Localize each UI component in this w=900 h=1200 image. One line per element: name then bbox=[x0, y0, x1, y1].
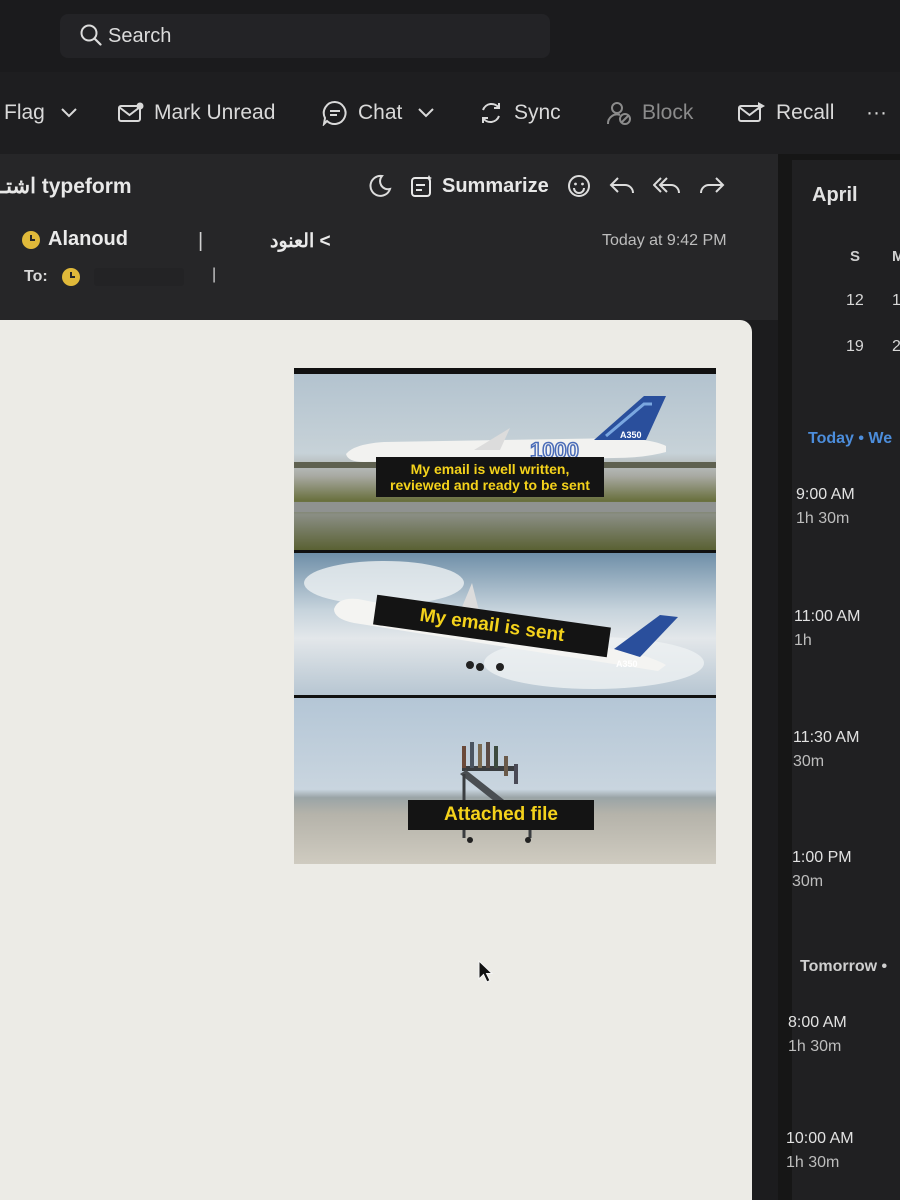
agenda-event[interactable]: 8:00 AM 1h 30m bbox=[788, 1014, 896, 1056]
calendar-date[interactable]: 2 bbox=[892, 338, 900, 356]
day-of-week-monday: M bbox=[892, 248, 900, 265]
event-time: 11:30 AM bbox=[793, 729, 860, 746]
summarize-icon bbox=[411, 175, 432, 197]
event-time: 11:00 AM bbox=[794, 608, 861, 625]
recipients: To: bbox=[24, 268, 184, 286]
event-duration: 1h 30m bbox=[786, 1154, 840, 1171]
search-input[interactable]: Search bbox=[60, 14, 550, 58]
recipient-separator: | bbox=[212, 266, 217, 283]
calendar-date[interactable]: 1 bbox=[892, 292, 900, 310]
top-bar: Search bbox=[0, 0, 900, 72]
mark-unread-button[interactable]: Mark Unread bbox=[118, 96, 275, 130]
recall-label: Recall bbox=[776, 101, 835, 124]
summarize-button[interactable]: Summarize bbox=[410, 174, 549, 198]
calendar-sidebar: April S M 12 1 19 2 Today • We 9:00 AM 1… bbox=[786, 160, 900, 1200]
event-duration: 30m bbox=[792, 873, 824, 890]
more-icon: ··· bbox=[866, 101, 887, 124]
recall-button[interactable]: Recall bbox=[738, 96, 834, 130]
mark-unread-label: Mark Unread bbox=[154, 101, 276, 124]
chat-icon bbox=[322, 100, 347, 126]
meme-caption-ready: My email is well written, reviewed and r… bbox=[376, 457, 604, 498]
search-placeholder: Search bbox=[108, 25, 172, 47]
plane-model-text: A350 bbox=[620, 430, 642, 440]
reply-icon[interactable] bbox=[609, 175, 635, 197]
sync-button[interactable]: Sync bbox=[478, 96, 561, 130]
emoji-icon[interactable] bbox=[567, 174, 591, 198]
flag-button[interactable]: Flag bbox=[4, 96, 77, 130]
mouse-cursor-icon bbox=[478, 960, 494, 983]
calendar-month[interactable]: April bbox=[812, 184, 858, 207]
meme-caption-attachment: Attached file bbox=[408, 800, 594, 830]
agenda-event[interactable]: 9:00 AM 1h 30m bbox=[796, 486, 900, 528]
message-actions: Summarize bbox=[368, 174, 725, 198]
block-label: Block bbox=[642, 101, 694, 124]
sender-separator: | bbox=[198, 230, 204, 252]
redacted-recipient bbox=[93, 268, 184, 286]
clock-icon bbox=[22, 230, 40, 249]
meme-panel-takeoff: A350 My email is sent bbox=[294, 553, 716, 695]
sync-label: Sync bbox=[514, 101, 561, 124]
event-duration: 30m bbox=[793, 753, 825, 770]
event-time: 9:00 AM bbox=[796, 486, 855, 503]
recall-icon bbox=[738, 102, 765, 122]
clock-icon bbox=[61, 268, 80, 286]
event-duration: 1h 30m bbox=[788, 1038, 842, 1055]
agenda-today-heading[interactable]: Today • We bbox=[808, 430, 892, 448]
agenda-event[interactable]: 11:30 AM 30m bbox=[793, 729, 900, 771]
summarize-label: Summarize bbox=[442, 174, 549, 197]
block-user-icon bbox=[607, 102, 631, 125]
flag-label: Flag bbox=[4, 101, 45, 124]
more-options-button[interactable]: ··· bbox=[866, 96, 887, 130]
plane-model-text: A350 bbox=[616, 659, 638, 669]
sender[interactable]: Alanoud bbox=[22, 228, 128, 251]
search-icon bbox=[80, 24, 102, 46]
message-subject: اشتـ typeform bbox=[0, 175, 132, 198]
chat-button[interactable]: Chat bbox=[322, 96, 435, 130]
message-header: اشتـ typeform Summarize Alanoud | العنود… bbox=[0, 154, 778, 320]
forward-icon[interactable] bbox=[699, 175, 725, 197]
meme-panel-stairs: Attached file bbox=[294, 698, 716, 864]
chevron-down-icon[interactable] bbox=[418, 108, 435, 118]
reply-all-icon[interactable] bbox=[652, 175, 681, 197]
chevron-down-icon[interactable] bbox=[61, 108, 77, 118]
day-of-week-sunday: S bbox=[850, 248, 861, 265]
agenda-event[interactable]: 11:00 AM 1h bbox=[794, 608, 900, 650]
block-button[interactable]: Block bbox=[606, 96, 693, 130]
chat-label: Chat bbox=[358, 101, 403, 124]
passenger-stairs-illustration bbox=[460, 742, 532, 843]
agenda-event[interactable]: 1:00 PM 30m bbox=[792, 849, 900, 891]
meme-panel-runway: 1000 A350 My email is well written, revi… bbox=[294, 374, 716, 550]
agenda-tomorrow-heading[interactable]: Tomorrow • bbox=[800, 958, 887, 976]
event-time: 1:00 PM bbox=[792, 849, 852, 866]
sender-name: Alanoud bbox=[48, 228, 128, 250]
sender-arabic-name: العنود < bbox=[270, 231, 331, 252]
envelope-icon bbox=[118, 102, 144, 122]
calendar-date[interactable]: 19 bbox=[846, 338, 864, 356]
moon-icon[interactable] bbox=[368, 174, 392, 198]
sync-icon bbox=[482, 103, 500, 123]
event-time: 10:00 AM bbox=[786, 1130, 854, 1147]
event-duration: 1h bbox=[794, 632, 812, 649]
meme-image[interactable]: 1000 A350 My email is well written, revi… bbox=[294, 368, 716, 864]
calendar-date[interactable]: 12 bbox=[846, 292, 864, 310]
message-toolbar: Flag Mark Unread Chat Sync Block Recall … bbox=[0, 72, 900, 154]
event-duration: 1h 30m bbox=[796, 510, 850, 527]
agenda-event[interactable]: 10:00 AM 1h 30m bbox=[786, 1130, 894, 1172]
to-label: To: bbox=[24, 268, 48, 285]
event-time: 8:00 AM bbox=[788, 1014, 847, 1031]
message-time: Today at 9:42 PM bbox=[602, 232, 727, 249]
